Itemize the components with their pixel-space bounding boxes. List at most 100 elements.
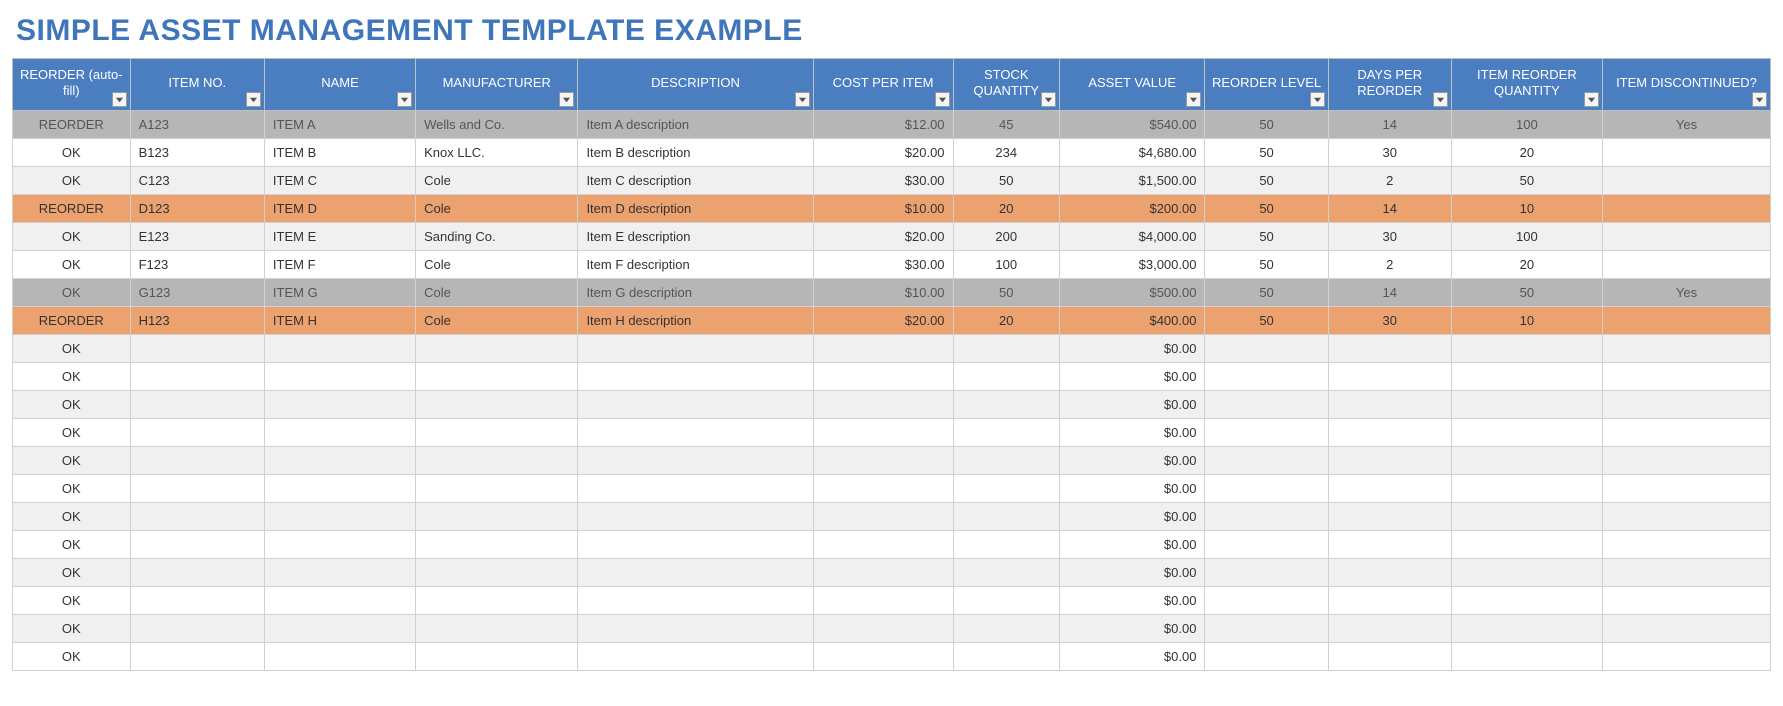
cell-reqty[interactable] bbox=[1451, 418, 1602, 446]
column-header[interactable]: ITEM DISCONTINUED? bbox=[1602, 59, 1770, 111]
cell-days[interactable]: 30 bbox=[1328, 138, 1451, 166]
cell-name[interactable] bbox=[264, 474, 415, 502]
cell-value[interactable]: $0.00 bbox=[1059, 334, 1205, 362]
cell-desc[interactable] bbox=[578, 390, 813, 418]
cell-name[interactable] bbox=[264, 558, 415, 586]
cell-mfr[interactable] bbox=[416, 418, 578, 446]
cell-level[interactable]: 50 bbox=[1205, 166, 1328, 194]
cell-name[interactable]: ITEM B bbox=[264, 138, 415, 166]
cell-days[interactable] bbox=[1328, 418, 1451, 446]
cell-days[interactable] bbox=[1328, 446, 1451, 474]
filter-dropdown-icon[interactable] bbox=[246, 92, 261, 107]
cell-desc[interactable]: Item E description bbox=[578, 222, 813, 250]
cell-desc[interactable] bbox=[578, 474, 813, 502]
cell-status[interactable]: OK bbox=[13, 558, 131, 586]
table-row[interactable]: OK$0.00 bbox=[13, 530, 1771, 558]
cell-desc[interactable] bbox=[578, 362, 813, 390]
cell-status[interactable]: OK bbox=[13, 278, 131, 306]
cell-mfr[interactable] bbox=[416, 474, 578, 502]
cell-disc[interactable] bbox=[1602, 642, 1770, 670]
cell-reqty[interactable] bbox=[1451, 614, 1602, 642]
cell-status[interactable]: OK bbox=[13, 362, 131, 390]
cell-desc[interactable]: Item D description bbox=[578, 194, 813, 222]
cell-cost[interactable] bbox=[813, 446, 953, 474]
cell-item[interactable] bbox=[130, 474, 264, 502]
cell-value[interactable]: $0.00 bbox=[1059, 390, 1205, 418]
cell-status[interactable]: OK bbox=[13, 334, 131, 362]
cell-level[interactable] bbox=[1205, 558, 1328, 586]
cell-item[interactable] bbox=[130, 390, 264, 418]
table-row[interactable]: OKB123ITEM BKnox LLC.Item B description$… bbox=[13, 138, 1771, 166]
cell-cost[interactable] bbox=[813, 530, 953, 558]
cell-days[interactable]: 14 bbox=[1328, 110, 1451, 138]
cell-item[interactable] bbox=[130, 614, 264, 642]
cell-disc[interactable]: Yes bbox=[1602, 110, 1770, 138]
cell-days[interactable]: 2 bbox=[1328, 166, 1451, 194]
table-row[interactable]: REORDERD123ITEM DColeItem D description$… bbox=[13, 194, 1771, 222]
cell-status[interactable]: OK bbox=[13, 390, 131, 418]
cell-mfr[interactable] bbox=[416, 642, 578, 670]
cell-days[interactable]: 14 bbox=[1328, 278, 1451, 306]
table-row[interactable]: REORDERH123ITEM HColeItem H description$… bbox=[13, 306, 1771, 334]
cell-status[interactable]: OK bbox=[13, 530, 131, 558]
cell-disc[interactable] bbox=[1602, 306, 1770, 334]
cell-name[interactable] bbox=[264, 390, 415, 418]
cell-days[interactable]: 30 bbox=[1328, 306, 1451, 334]
cell-cost[interactable]: $30.00 bbox=[813, 166, 953, 194]
cell-mfr[interactable] bbox=[416, 362, 578, 390]
column-header[interactable]: ASSET VALUE bbox=[1059, 59, 1205, 111]
cell-level[interactable] bbox=[1205, 530, 1328, 558]
table-row[interactable]: OKF123ITEM FColeItem F description$30.00… bbox=[13, 250, 1771, 278]
cell-item[interactable]: C123 bbox=[130, 166, 264, 194]
cell-qty[interactable]: 45 bbox=[953, 110, 1059, 138]
cell-value[interactable]: $4,000.00 bbox=[1059, 222, 1205, 250]
cell-disc[interactable] bbox=[1602, 250, 1770, 278]
cell-status[interactable]: REORDER bbox=[13, 306, 131, 334]
cell-item[interactable]: F123 bbox=[130, 250, 264, 278]
cell-name[interactable]: ITEM E bbox=[264, 222, 415, 250]
filter-dropdown-icon[interactable] bbox=[559, 92, 574, 107]
table-row[interactable]: OK $0.00 bbox=[13, 334, 1771, 362]
cell-desc[interactable]: Item B description bbox=[578, 138, 813, 166]
cell-item[interactable]: A123 bbox=[130, 110, 264, 138]
cell-name[interactable]: ITEM G bbox=[264, 278, 415, 306]
cell-name[interactable]: ITEM D bbox=[264, 194, 415, 222]
cell-reqty[interactable]: 10 bbox=[1451, 194, 1602, 222]
cell-mfr[interactable]: Cole bbox=[416, 278, 578, 306]
table-row[interactable]: OK$0.00 bbox=[13, 614, 1771, 642]
cell-desc[interactable]: Item F description bbox=[578, 250, 813, 278]
cell-item[interactable]: D123 bbox=[130, 194, 264, 222]
cell-qty[interactable] bbox=[953, 530, 1059, 558]
cell-reqty[interactable] bbox=[1451, 642, 1602, 670]
cell-reqty[interactable] bbox=[1451, 530, 1602, 558]
cell-cost[interactable]: $20.00 bbox=[813, 222, 953, 250]
cell-reqty[interactable] bbox=[1451, 558, 1602, 586]
cell-status[interactable]: OK bbox=[13, 586, 131, 614]
cell-disc[interactable] bbox=[1602, 418, 1770, 446]
cell-level[interactable] bbox=[1205, 642, 1328, 670]
cell-days[interactable] bbox=[1328, 530, 1451, 558]
cell-reqty[interactable]: 100 bbox=[1451, 222, 1602, 250]
cell-qty[interactable] bbox=[953, 642, 1059, 670]
cell-desc[interactable] bbox=[578, 334, 813, 362]
cell-disc[interactable] bbox=[1602, 390, 1770, 418]
cell-days[interactable] bbox=[1328, 614, 1451, 642]
cell-value[interactable]: $200.00 bbox=[1059, 194, 1205, 222]
cell-status[interactable]: OK bbox=[13, 446, 131, 474]
filter-dropdown-icon[interactable] bbox=[935, 92, 950, 107]
column-header[interactable]: ITEM REORDER QUANTITY bbox=[1451, 59, 1602, 111]
cell-name[interactable] bbox=[264, 586, 415, 614]
cell-reqty[interactable] bbox=[1451, 502, 1602, 530]
cell-item[interactable] bbox=[130, 502, 264, 530]
cell-disc[interactable] bbox=[1602, 558, 1770, 586]
cell-cost[interactable]: $20.00 bbox=[813, 306, 953, 334]
cell-days[interactable] bbox=[1328, 334, 1451, 362]
cell-mfr[interactable] bbox=[416, 614, 578, 642]
cell-qty[interactable] bbox=[953, 334, 1059, 362]
cell-days[interactable] bbox=[1328, 502, 1451, 530]
column-header[interactable]: DAYS PER REORDER bbox=[1328, 59, 1451, 111]
cell-reqty[interactable]: 20 bbox=[1451, 138, 1602, 166]
cell-cost[interactable]: $10.00 bbox=[813, 278, 953, 306]
cell-disc[interactable] bbox=[1602, 166, 1770, 194]
cell-item[interactable] bbox=[130, 642, 264, 670]
